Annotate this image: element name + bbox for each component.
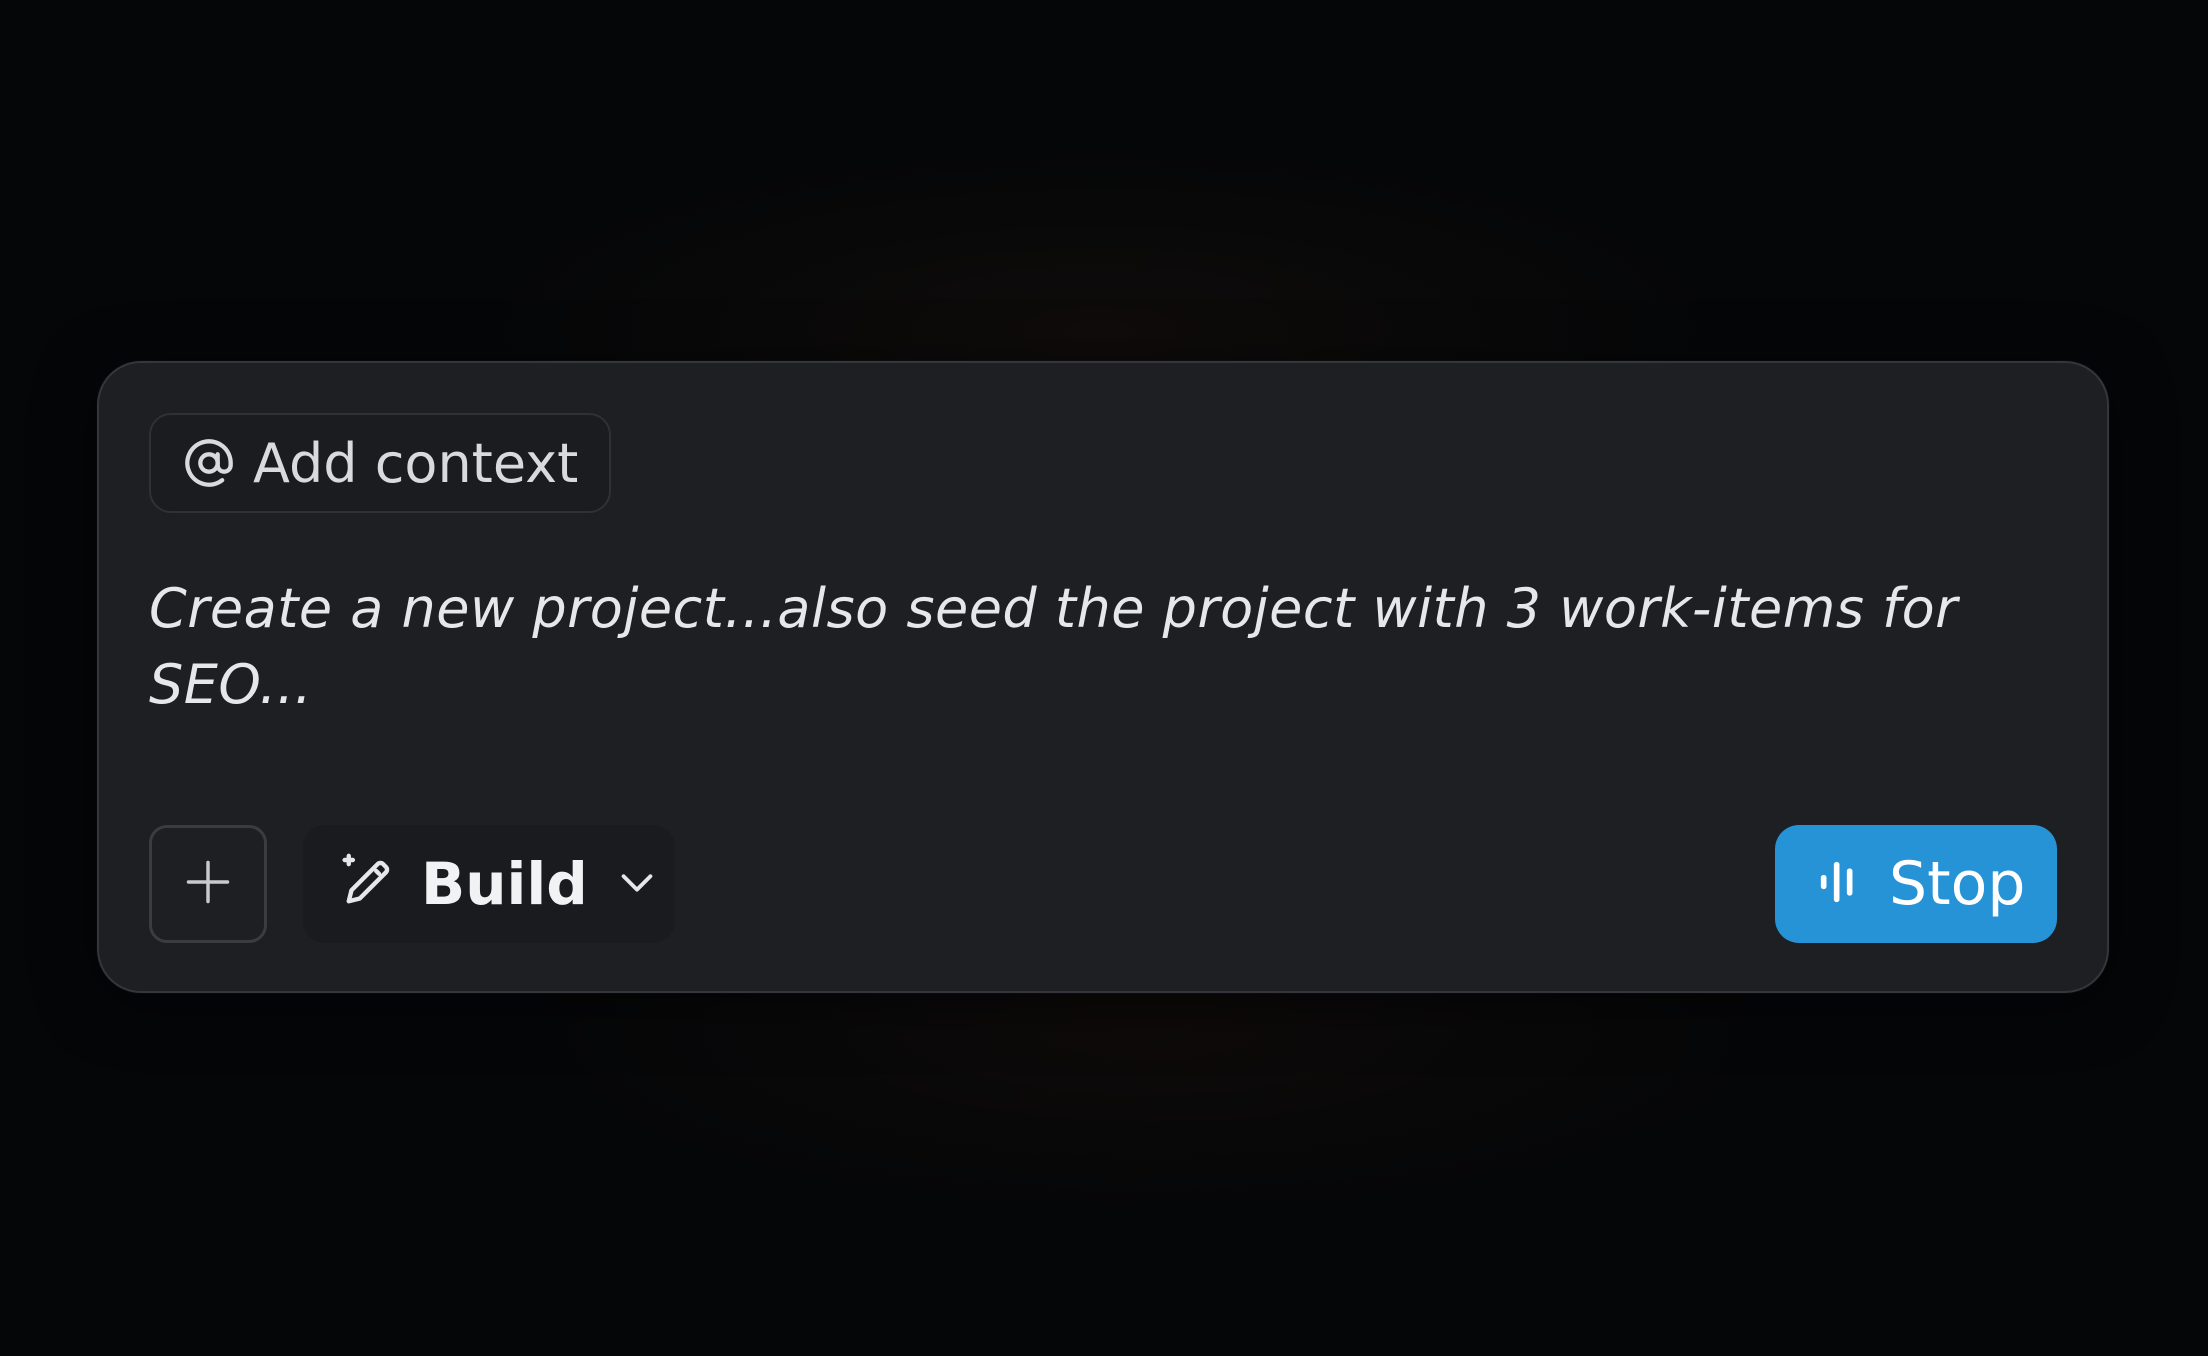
composer-toolbar: Build: [149, 825, 675, 943]
add-context-button[interactable]: Add context: [149, 413, 611, 513]
add-context-label: Add context: [253, 431, 579, 495]
stop-button[interactable]: Stop: [1775, 825, 2057, 943]
mode-selector[interactable]: Build: [303, 825, 675, 943]
chevron-down-icon: [614, 859, 660, 909]
stop-label: Stop: [1889, 849, 2026, 919]
attach-button[interactable]: [149, 825, 267, 943]
audio-wave-icon: [1815, 856, 1867, 912]
magic-pencil-icon: [335, 849, 401, 919]
prompt-input[interactable]: Create a new project...also seed the pro…: [149, 571, 2029, 723]
plus-icon: [182, 856, 234, 912]
prompt-composer: Add context Create a new project...also …: [97, 361, 2109, 993]
at-icon: [183, 437, 235, 489]
mode-label: Build: [421, 850, 588, 918]
